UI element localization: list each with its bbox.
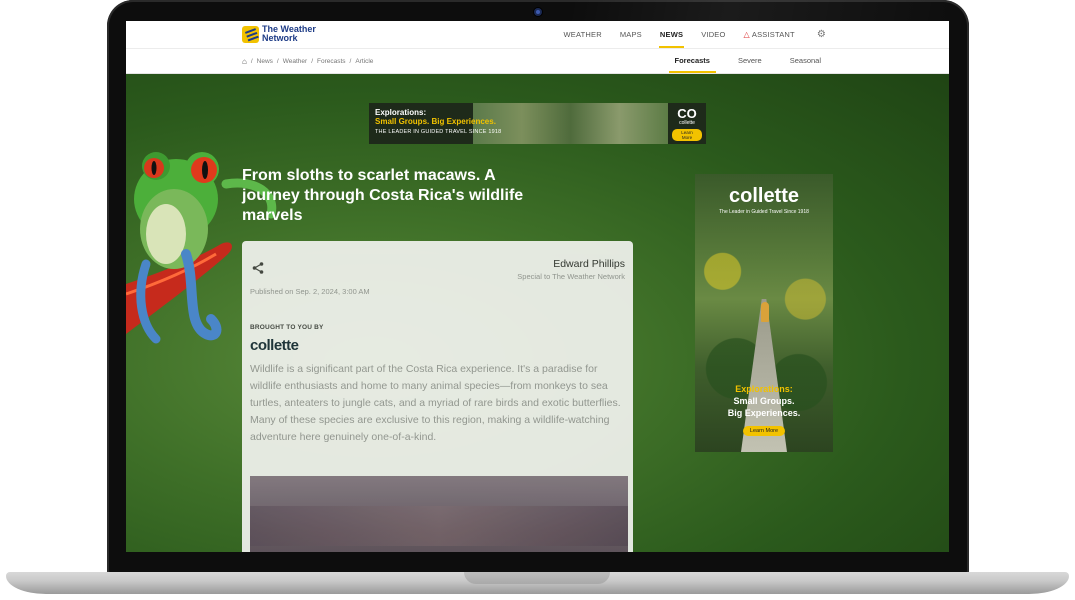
nav-assistant[interactable]: △ ASSISTANT [735, 21, 804, 48]
side-ad-learn-more-button[interactable]: Learn More [742, 426, 786, 436]
banner-headline1: Explorations: [375, 108, 427, 117]
article-body: Wildlife is a significant part of the Co… [250, 363, 621, 443]
breadcrumb-forecasts[interactable]: Forecasts [317, 58, 346, 65]
breadcrumb-sep: / [250, 57, 253, 65]
main-nav: WEATHER MAPS NEWS VIDEO △ ASSISTANT ⚙ [554, 21, 835, 48]
author-block: Edward Phillips Special to The Weather N… [517, 258, 625, 281]
sponsor-logo[interactable]: collette [250, 337, 299, 354]
side-banner-ad[interactable]: collette The Leader in Guided Travel Sin… [695, 174, 833, 452]
nav-maps[interactable]: MAPS [611, 21, 651, 48]
side-ad-logo: collette [728, 185, 800, 207]
sub-navbar: ⌂ / News / Weather / Forecasts / Article… [126, 49, 949, 74]
author-name: Edward Phillips [553, 258, 625, 270]
side-ad-headline3: Big Experiences. [727, 408, 801, 418]
sponsor-label: BROUGHT TO YOU BY [250, 324, 324, 331]
nav-video[interactable]: VIDEO [692, 21, 734, 48]
banner-tagline: THE LEADER IN GUIDED TRAVEL SINCE 1918 [375, 129, 502, 135]
article-card: Edward Phillips Special to The Weather N… [242, 241, 633, 552]
breadcrumb-article: Article [355, 57, 374, 65]
article-headline: From sloths to scarlet macaws. A journey… [242, 167, 524, 224]
ad-traveler [761, 302, 769, 322]
breadcrumb: ⌂ / News / Weather / Forecasts / Article [242, 49, 373, 73]
author-role: Special to The Weather Network [517, 272, 625, 281]
breadcrumb-sep: / [276, 57, 279, 65]
banner-learn-more-button[interactable]: Learn More [672, 129, 702, 141]
assistant-icon: △ [743, 30, 750, 39]
banner-brand: CO collette Learn More [672, 107, 702, 144]
collette-mark-icon: CO [677, 106, 697, 121]
home-icon[interactable]: ⌂ [242, 57, 247, 66]
article-image [250, 476, 628, 552]
breadcrumb-weather[interactable]: Weather [283, 58, 307, 65]
logo-text: The Weather Network [262, 25, 316, 43]
side-ad-tagline: The Leader in Guided Travel Since 1918 [719, 209, 809, 215]
banner-headline2: Small Groups. Big Experiences. [375, 117, 496, 126]
breadcrumb-sep: / [349, 57, 352, 65]
gear-icon: ⚙ [816, 29, 826, 40]
side-ad-headline2: Small Groups. [733, 396, 795, 406]
settings-button[interactable]: ⚙ [804, 21, 835, 48]
breadcrumb-sep: / [311, 57, 313, 65]
nav-assistant-label: ASSISTANT [751, 30, 795, 39]
nav-weather[interactable]: WEATHER [554, 21, 610, 48]
side-ad-brand: collette The Leader in Guided Travel Sin… [695, 186, 833, 215]
breadcrumb-news[interactable]: News [257, 58, 273, 65]
weather-network-logo-icon [242, 25, 259, 43]
site-logo[interactable]: The Weather Network [242, 25, 316, 43]
side-ad-copy: Explorations: Small Groups. Big Experien… [695, 383, 833, 437]
banner-text: Explorations: Small Groups. Big Experien… [375, 108, 515, 135]
top-banner-ad[interactable]: Explorations: Small Groups. Big Experien… [369, 103, 706, 144]
side-ad-headline1: Explorations: [735, 384, 793, 394]
webcam [534, 8, 542, 16]
section-tabs: Forecasts Severe Seasonal [661, 49, 835, 73]
top-navbar: The Weather Network WEATHER MAPS NEWS VI… [126, 21, 949, 49]
nav-news[interactable]: NEWS [651, 21, 692, 48]
screen: The Weather Network WEATHER MAPS NEWS VI… [126, 21, 949, 552]
tab-seasonal[interactable]: Seasonal [776, 49, 835, 73]
tab-forecasts[interactable]: Forecasts [661, 49, 724, 73]
share-icon[interactable] [251, 261, 265, 275]
logo-line2: Network [262, 33, 298, 43]
tab-severe[interactable]: Severe [724, 49, 776, 73]
publish-date: Published on Sep. 2, 2024, 3:00 AM [250, 287, 370, 296]
laptop-notch [464, 572, 610, 584]
